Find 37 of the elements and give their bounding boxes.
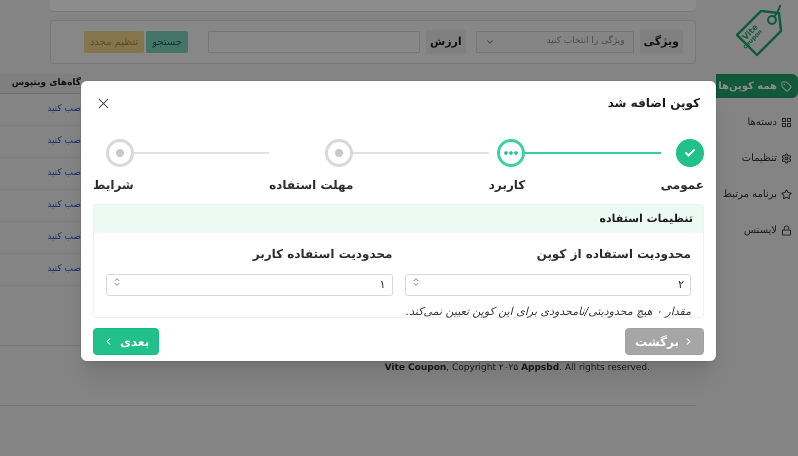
number-field[interactable]: ۲ <box>404 274 691 296</box>
column-header: گاه‌های ویتپوس <box>0 74 81 94</box>
install-link[interactable]: صب کنید <box>47 166 81 180</box>
dots-icon <box>504 151 518 155</box>
filter-label: ارزش <box>426 30 466 54</box>
field-label: محدودیت استفاده از کوپن <box>536 246 691 263</box>
next-button[interactable]: بعدی <box>93 328 160 355</box>
install-link[interactable]: صب کنید <box>47 262 81 276</box>
sidebar-item[interactable]: دسته‌ها <box>716 110 798 134</box>
install-link[interactable]: صب کنید <box>47 134 81 148</box>
lock-icon <box>781 224 792 236</box>
help-text: مقدار ۰ هیچ محدودیتی/نامحدودی برای این کوپن تعیین نمی‌کند. <box>404 304 691 320</box>
attribute-select[interactable]: ویژگی را انتخاب کنید <box>476 31 634 53</box>
grid-icon <box>781 116 792 128</box>
filter-label: ویژگی <box>640 30 683 54</box>
sidebar-item[interactable]: همه کوپن‌ها <box>716 74 798 98</box>
spinner-icon[interactable] <box>410 277 420 287</box>
step-label: مهلت استفاده <box>269 177 354 194</box>
number-field[interactable]: ۱ <box>106 274 392 296</box>
field-label: محدودیت استفاده کاربر <box>251 246 392 263</box>
step-label: کاربرد <box>488 177 526 194</box>
step-label: شرایط <box>92 177 134 194</box>
star-icon <box>781 188 792 200</box>
check-icon <box>684 147 696 159</box>
install-link[interactable]: صب کنید <box>47 102 81 116</box>
install-link[interactable]: صب کنید <box>47 198 81 212</box>
tag-icon <box>781 80 792 92</box>
install-link[interactable]: صب کنید <box>47 230 81 244</box>
spinner-icon[interactable] <box>112 277 122 287</box>
section-header: تنظیمات استفاده <box>94 205 703 233</box>
dialog-title: کوپن اضافه شد <box>608 95 700 112</box>
sidebar-item[interactable]: لایسنس <box>716 218 798 242</box>
settings-icon <box>781 152 792 164</box>
sidebar-item[interactable]: تنظیمات <box>716 146 798 170</box>
search-button[interactable]: جستجو <box>146 31 188 53</box>
sidebar-item[interactable]: برنامه مرتبط <box>716 182 798 206</box>
step-label: عمومی <box>660 177 704 194</box>
